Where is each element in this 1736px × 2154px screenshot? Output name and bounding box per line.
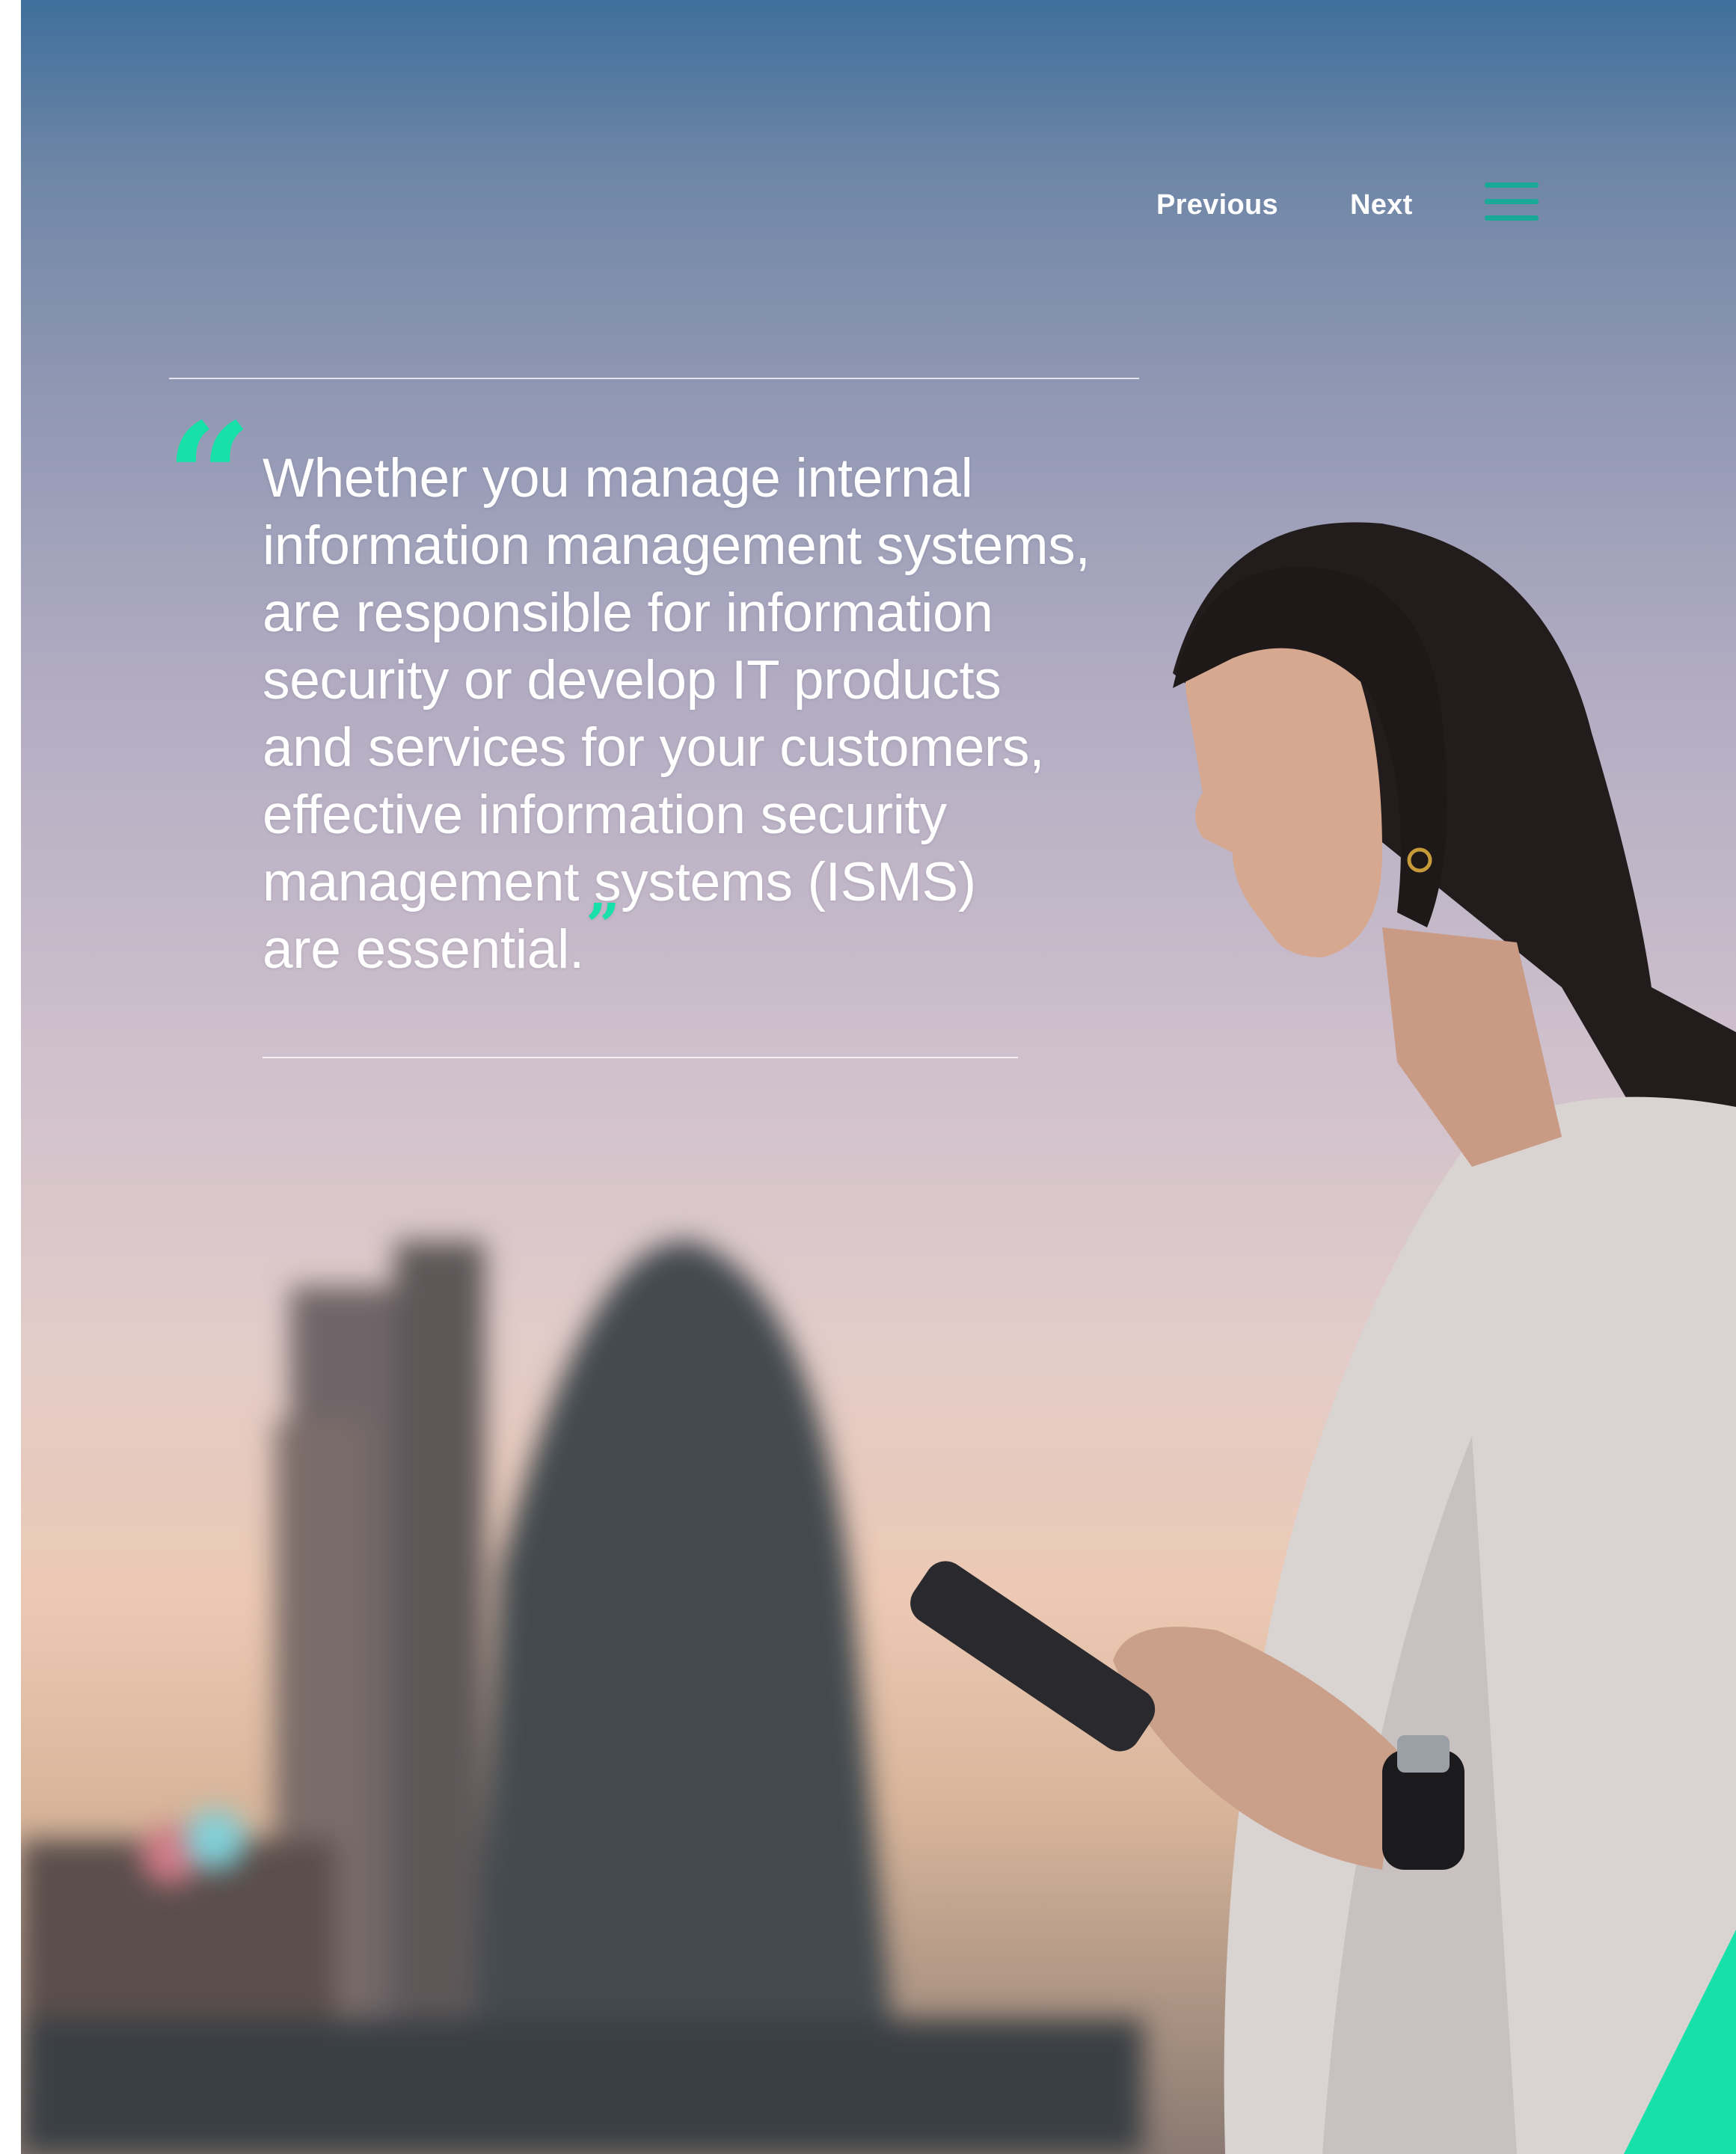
- quote-line: Whether you manage internal: [263, 448, 973, 509]
- quote-line-last: are essential.”: [263, 895, 1175, 984]
- menu-bar: [1485, 182, 1539, 188]
- page: Previous Next “ Whether you manage inter…: [21, 0, 1736, 2154]
- quote-line: effective information security: [263, 785, 947, 845]
- quote-line: and services for your customers,: [263, 717, 1045, 778]
- divider-bottom: [263, 1057, 1018, 1058]
- hamburger-menu-icon[interactable]: [1485, 182, 1539, 223]
- close-quote-icon: ”: [586, 890, 620, 960]
- quote-line: security or develop IT products: [263, 650, 1002, 711]
- menu-bar: [1485, 199, 1539, 204]
- quote-line-text: are essential.: [263, 919, 584, 980]
- previous-link[interactable]: Previous: [1156, 182, 1278, 227]
- open-quote-icon: “: [166, 390, 253, 566]
- menu-bar: [1485, 215, 1539, 221]
- divider-top: [169, 378, 1139, 379]
- quote-line: are responsible for information: [263, 583, 993, 643]
- pull-quote: Whether you manage internal information …: [263, 445, 1175, 984]
- quote-line: information management systems,: [263, 515, 1091, 576]
- next-link[interactable]: Next: [1350, 182, 1413, 227]
- quote-line: management systems (ISMS): [263, 852, 976, 912]
- top-nav: Previous Next: [988, 182, 1736, 227]
- accent-corner-shape: [1624, 1930, 1736, 2154]
